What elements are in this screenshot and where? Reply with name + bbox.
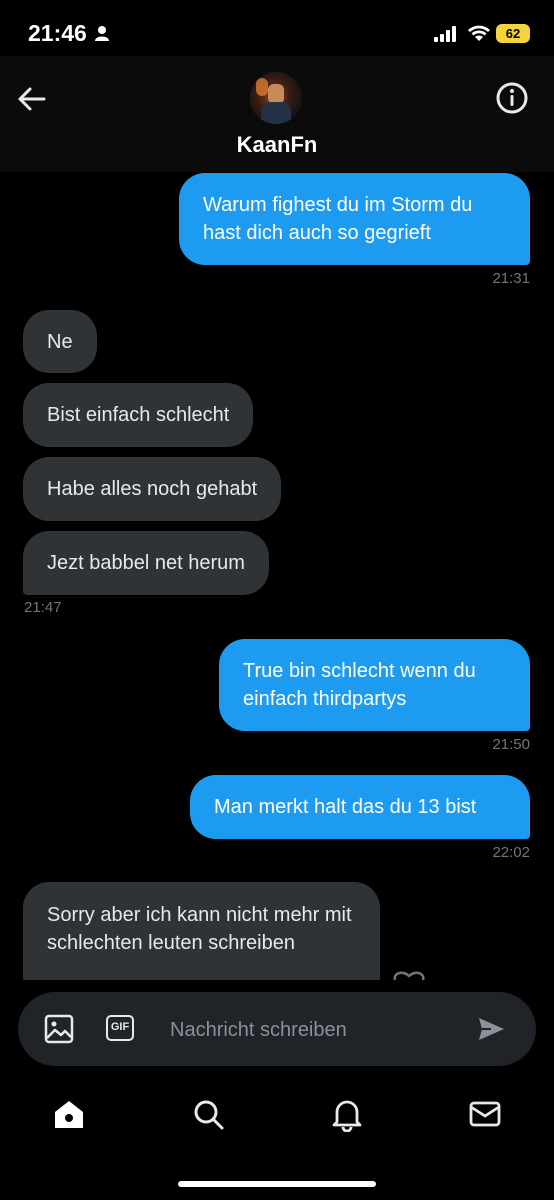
message-text: Man merkt halt das du 13 bist xyxy=(214,796,477,818)
person-icon xyxy=(95,26,109,41)
conversation-header: KaanFn xyxy=(0,56,554,172)
back-arrow-icon[interactable] xyxy=(14,82,48,116)
message-timestamp: 21:31 xyxy=(492,270,530,287)
bell-icon[interactable] xyxy=(329,1096,365,1132)
wifi-icon xyxy=(468,25,490,41)
message-text: Bist einfach schlecht xyxy=(47,404,230,426)
cellular-signal-icon xyxy=(434,26,456,42)
send-icon[interactable] xyxy=(476,1014,506,1044)
conversation-username[interactable]: KaanFn xyxy=(0,132,554,158)
info-icon[interactable] xyxy=(494,80,530,116)
message-bubble-incoming[interactable]: Bist einfach schlecht xyxy=(23,383,254,447)
message-list[interactable]: Warum fighest du im Storm du hast dich a… xyxy=(0,172,554,980)
message-bubble-outgoing[interactable]: Warum fighest du im Storm du hast dich a… xyxy=(179,173,530,265)
battery-indicator: 62 xyxy=(496,24,530,43)
message-bubble-incoming[interactable]: Jezt babbel net herum xyxy=(23,531,269,595)
avatar[interactable] xyxy=(250,72,302,124)
message-timestamp: 21:50 xyxy=(492,736,530,753)
mail-icon[interactable] xyxy=(467,1096,503,1132)
message-text: Habe alles noch gehabt xyxy=(47,478,258,500)
message-text: Ne xyxy=(47,330,73,353)
image-icon[interactable] xyxy=(44,1014,74,1044)
heart-icon[interactable] xyxy=(392,968,426,982)
search-icon[interactable] xyxy=(190,1096,226,1132)
status-time: 21:46 xyxy=(28,20,87,46)
message-bubble-incoming[interactable]: Ne xyxy=(23,310,97,373)
message-bubble-incoming[interactable]: Habe alles noch gehabt xyxy=(23,457,282,521)
home-icon[interactable] xyxy=(51,1096,87,1132)
message-text: Warum fighest du im Storm du hast dich a… xyxy=(203,194,473,244)
message-timestamp: 22:02 xyxy=(492,844,530,861)
home-indicator xyxy=(178,1181,376,1187)
message-text: True bin schlecht wenn du einfach thirdp… xyxy=(243,660,476,710)
gif-icon[interactable]: GIF xyxy=(106,1015,134,1041)
message-bubble-outgoing[interactable]: True bin schlecht wenn du einfach thirdp… xyxy=(219,639,530,731)
message-composer: GIF xyxy=(18,992,536,1066)
message-text: Jezt babbel net herum xyxy=(47,552,245,574)
message-text: Sorry aber ich kann nicht mehr mit schle… xyxy=(47,904,352,954)
message-bubble-incoming[interactable]: Sorry aber ich kann nicht mehr mit schle… xyxy=(23,882,380,980)
message-input[interactable] xyxy=(168,1014,462,1046)
message-timestamp: 21:47 xyxy=(24,599,62,616)
message-bubble-outgoing[interactable]: Man merkt halt das du 13 bist xyxy=(190,775,530,839)
